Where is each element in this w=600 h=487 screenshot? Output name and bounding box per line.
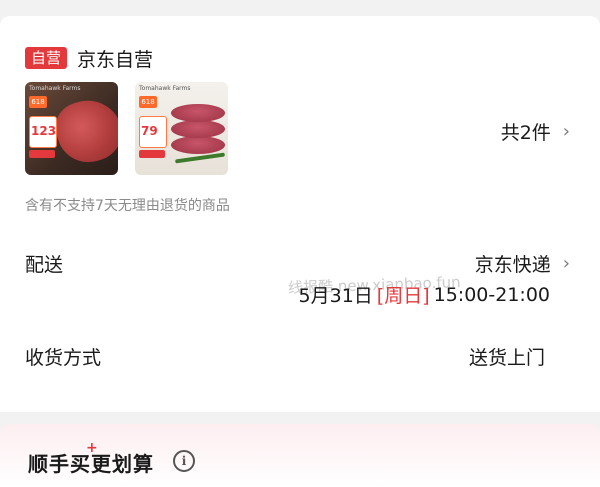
chevron-right-icon: › xyxy=(562,121,570,142)
delivery-weekday: [周日] xyxy=(376,285,430,307)
return-policy-note: 含有不支持7天无理由退货的商品 xyxy=(25,198,230,214)
promo-618-tag: 618 xyxy=(139,96,157,108)
delivery-time[interactable]: 5月31日 [周日] 15:00-21:00 xyxy=(299,281,550,308)
patty-image xyxy=(171,104,225,122)
promo-bar xyxy=(139,150,165,158)
product-thumbnail-steak[interactable]: Tomahawk Farms 618 123 xyxy=(25,82,118,175)
product-brand: Tomahawk Farms xyxy=(139,85,191,92)
chevron-right-icon: › xyxy=(562,253,570,274)
delivery-method: 京东快递 xyxy=(474,254,551,276)
plus-icon: + xyxy=(86,440,98,456)
product-price: 123 xyxy=(31,124,57,138)
info-icon[interactable]: i xyxy=(173,450,195,472)
shop-name: 京东自营 xyxy=(77,48,154,71)
item-count-link[interactable]: 共2件 › xyxy=(501,118,570,145)
product-price: 79 xyxy=(141,124,158,138)
product-brand: Tomahawk Farms xyxy=(29,85,81,92)
receive-method-label: 收货方式 xyxy=(25,347,102,369)
delivery-time-window: 15:00-21:00 xyxy=(433,283,550,306)
promo-618-tag: 618 xyxy=(29,96,47,108)
self-operated-badge: 自营 xyxy=(25,47,68,69)
delivery-label: 配送 xyxy=(25,254,64,276)
promo-bar xyxy=(29,150,55,158)
delivery-date: 5月31日 xyxy=(298,285,373,307)
delivery-method-selector[interactable]: 京东快递 › xyxy=(475,250,570,277)
patty-image xyxy=(171,120,225,138)
add-on-promo-section: 顺手买更划算 + i xyxy=(0,424,600,487)
item-count: 共2件 xyxy=(500,122,551,144)
steak-image xyxy=(48,91,118,171)
receive-method-value[interactable]: 送货上门 xyxy=(469,343,545,370)
patty-image xyxy=(171,136,225,154)
shop-header: 自营 京东自营 xyxy=(25,46,154,71)
herb-garnish xyxy=(174,152,226,164)
product-thumbnail-patty[interactable]: Tomahawk Farms 618 79 xyxy=(135,82,228,175)
